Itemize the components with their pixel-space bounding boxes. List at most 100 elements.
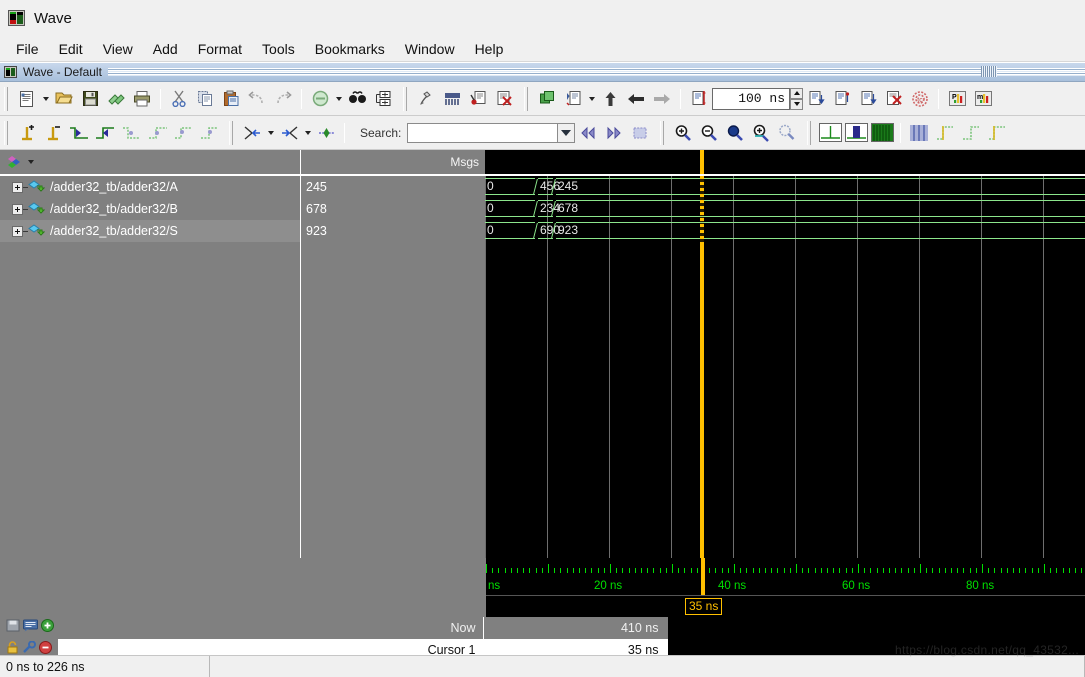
- run-length-increase[interactable]: [790, 87, 803, 99]
- toolbar-grip-3[interactable]: [524, 86, 528, 111]
- signal-row-a[interactable]: /adder32_tb/adder32/A: [0, 176, 300, 198]
- redo-icon[interactable]: [270, 86, 296, 112]
- wave-view-icon[interactable]: [817, 120, 843, 146]
- expand-signal-b-icon[interactable]: [12, 203, 23, 215]
- save-icon[interactable]: [77, 86, 103, 112]
- signal-row-s[interactable]: /adder32_tb/adder32/S: [0, 220, 300, 242]
- timeline-cursor-marker[interactable]: [701, 558, 705, 595]
- timeline-ruler[interactable]: ns 20 ns 40 ns 60 ns 80 ns: [486, 558, 1085, 595]
- continue-run-icon[interactable]: [465, 86, 491, 112]
- toolbar-grip-4[interactable]: [4, 120, 8, 145]
- menu-tools[interactable]: Tools: [252, 39, 305, 59]
- step-dropdown-icon[interactable]: [586, 86, 597, 112]
- expand-signal-s-icon[interactable]: [12, 225, 23, 237]
- dock-grip-handle[interactable]: [981, 66, 997, 77]
- find-prev-rising-icon[interactable]: [170, 120, 196, 146]
- right-arrow-icon[interactable]: [649, 86, 675, 112]
- step-out-icon[interactable]: [855, 86, 881, 112]
- cursor-time-flag[interactable]: 35 ns: [685, 598, 723, 615]
- grid-line1-icon[interactable]: [932, 120, 958, 146]
- find-prev-falling-icon[interactable]: [118, 120, 144, 146]
- run-all-icon[interactable]: [439, 86, 465, 112]
- stop-icon[interactable]: [881, 86, 907, 112]
- cursor-marker[interactable]: [700, 176, 704, 242]
- open-folder-icon[interactable]: [51, 86, 77, 112]
- properties-icon[interactable]: [370, 86, 396, 112]
- run-length-stepper[interactable]: [790, 87, 803, 110]
- insert-cursor-icon[interactable]: [686, 86, 712, 112]
- copy-icon[interactable]: [192, 86, 218, 112]
- wave-config-dropdown-icon[interactable]: [25, 149, 36, 175]
- step-over-icon[interactable]: [829, 86, 855, 112]
- signal-row-b[interactable]: /adder32_tb/adder32/B: [0, 198, 300, 220]
- menu-edit[interactable]: Edit: [49, 39, 93, 59]
- find-next-falling-icon[interactable]: [144, 120, 170, 146]
- toolbar-grip-7[interactable]: [807, 120, 812, 145]
- run-length-decrease[interactable]: [790, 98, 803, 110]
- delete-cursor-icon[interactable]: [40, 120, 66, 146]
- cursor-marker-lower[interactable]: [700, 242, 704, 558]
- zoom-in-icon[interactable]: [670, 120, 696, 146]
- step-into-icon[interactable]: [803, 86, 829, 112]
- search-next-icon[interactable]: [601, 120, 627, 146]
- signal-names-list[interactable]: /adder32_tb/adder32/A /adder32_tb/adder3…: [0, 176, 300, 558]
- expand-left-dropdown-icon[interactable]: [265, 120, 276, 146]
- paste-icon[interactable]: [218, 86, 244, 112]
- menu-window[interactable]: Window: [395, 39, 465, 59]
- save-wave-icon[interactable]: [6, 619, 20, 637]
- wave-analog-icon[interactable]: [869, 120, 895, 146]
- zoom-range-icon[interactable]: [774, 120, 800, 146]
- up-arrow-icon[interactable]: [597, 86, 623, 112]
- toolbar-grip-5[interactable]: [229, 120, 233, 145]
- next-transition-icon[interactable]: [92, 120, 118, 146]
- new-document-icon[interactable]: [14, 86, 40, 112]
- add-cursor-icon[interactable]: [14, 120, 40, 146]
- dock-title-bar[interactable]: Wave - Default: [0, 62, 1085, 82]
- search-input[interactable]: [407, 122, 558, 143]
- zoom-full-icon[interactable]: [722, 120, 748, 146]
- wave-config-icon[interactable]: [7, 154, 25, 170]
- run-icon[interactable]: [413, 86, 439, 112]
- menu-file[interactable]: File: [6, 39, 49, 59]
- grid-line3-icon[interactable]: [984, 120, 1010, 146]
- coverage-icon[interactable]: tc: [907, 86, 933, 112]
- no-entry-icon[interactable]: [307, 86, 333, 112]
- find-next-rising-icon[interactable]: [196, 120, 222, 146]
- menu-format[interactable]: Format: [188, 39, 252, 59]
- grid-line2-icon[interactable]: [958, 120, 984, 146]
- profile-icon[interactable]: P: [944, 86, 970, 112]
- menu-add[interactable]: Add: [143, 39, 188, 59]
- grid-icon[interactable]: [906, 120, 932, 146]
- restart-icon[interactable]: [534, 86, 560, 112]
- find-icon[interactable]: [344, 86, 370, 112]
- break-icon[interactable]: [491, 86, 517, 112]
- wave-overlay-icon[interactable]: [843, 120, 869, 146]
- expand-left-icon[interactable]: [239, 120, 265, 146]
- search-all-icon[interactable]: [627, 120, 653, 146]
- left-arrow-icon[interactable]: [623, 86, 649, 112]
- toolbar-grip-2[interactable]: [403, 86, 407, 111]
- cut-icon[interactable]: [166, 86, 192, 112]
- expand-signal-a-icon[interactable]: [12, 181, 23, 193]
- search-prev-icon[interactable]: [575, 120, 601, 146]
- expand-right-icon[interactable]: [276, 120, 302, 146]
- toolbar-grip-1[interactable]: [4, 86, 8, 111]
- expand-all-icon[interactable]: [313, 120, 339, 146]
- prev-transition-icon[interactable]: [66, 120, 92, 146]
- toolbar-grip-6[interactable]: [660, 120, 665, 145]
- menu-view[interactable]: View: [93, 39, 143, 59]
- reload-icon[interactable]: [103, 86, 129, 112]
- cursor-marker-header[interactable]: [700, 150, 704, 174]
- no-entry-dropdown-icon[interactable]: [333, 86, 344, 112]
- undo-icon[interactable]: [244, 86, 270, 112]
- memory-icon[interactable]: m: [970, 86, 996, 112]
- expand-right-dropdown-icon[interactable]: [302, 120, 313, 146]
- waveform-canvas[interactable]: 0 456 245 0 234 678 0 690 923: [485, 176, 1085, 558]
- add-cursor-small-icon[interactable]: [41, 619, 54, 637]
- menu-bookmarks[interactable]: Bookmarks: [305, 39, 395, 59]
- new-document-dropdown-icon[interactable]: [40, 86, 51, 112]
- zoom-out-icon[interactable]: [696, 120, 722, 146]
- run-length-field[interactable]: 100 ns: [712, 87, 790, 110]
- comment-icon[interactable]: [23, 619, 38, 637]
- step-icon[interactable]: [560, 86, 586, 112]
